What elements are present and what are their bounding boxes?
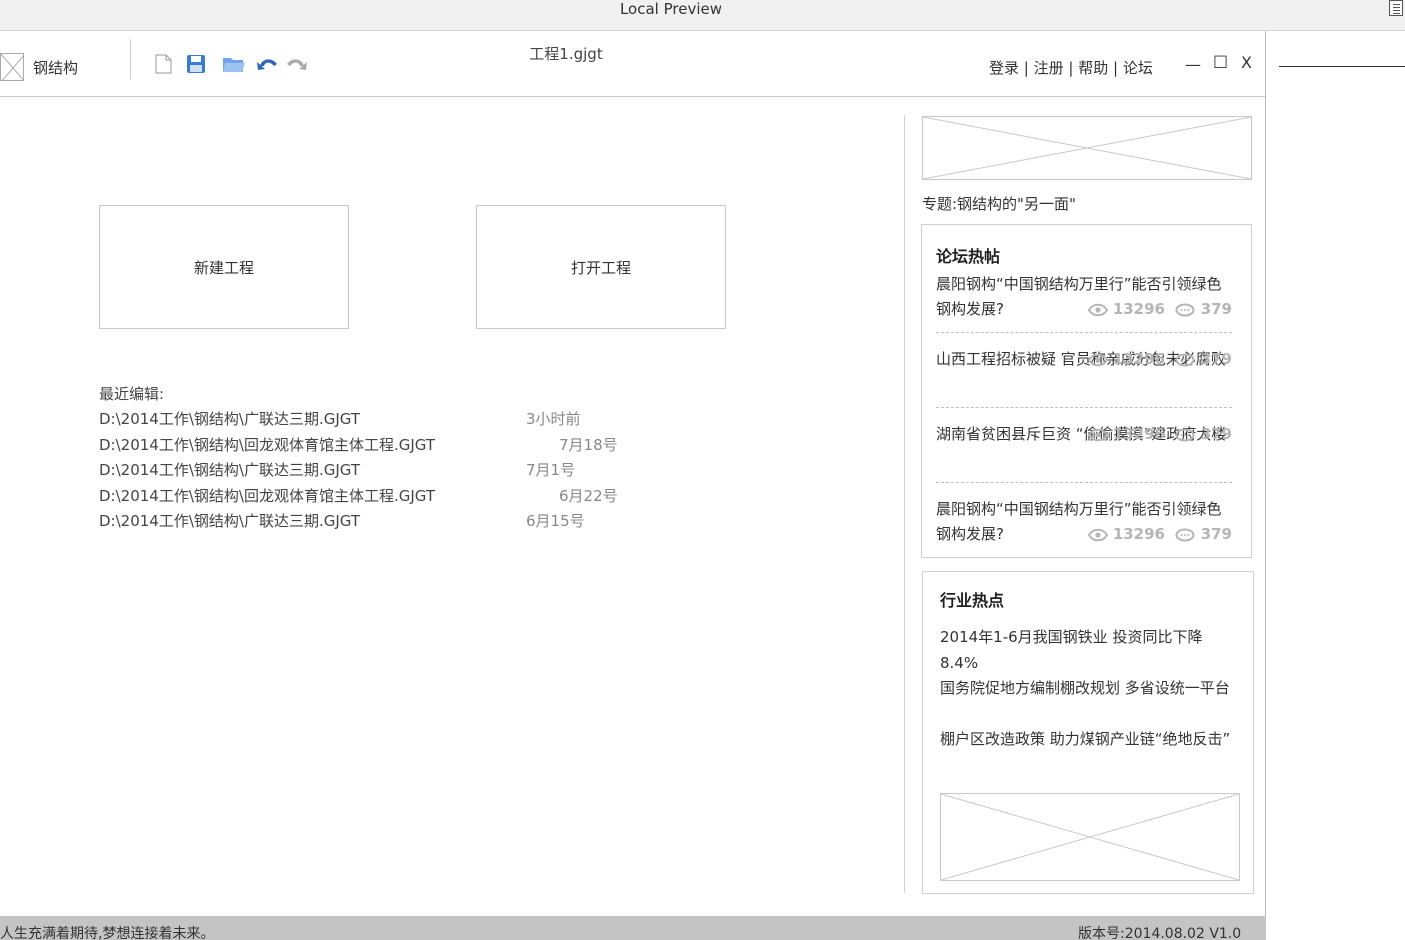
industry-news-link[interactable]: 棚户区改造政策 助力煤钢产业链“绝地反击” (940, 727, 1240, 753)
post-divider (936, 407, 1232, 408)
post-divider (936, 482, 1232, 483)
minimize-button[interactable]: — (1185, 55, 1201, 74)
sidebar-divider (904, 115, 905, 893)
preview-title-bar: Local Preview (0, 0, 1405, 31)
status-slogan: 人生充满着期待,梦想连接着未来。 (0, 926, 215, 940)
comments-count: 379 (1200, 300, 1232, 318)
forum-post[interactable]: 晨阳钢构“中国钢结构万里行”能否引领绿色钢构发展? 13296 379 (936, 272, 1232, 322)
recent-file-time: 7月18号 (559, 436, 618, 454)
industry-news-link[interactable]: 2014年1-6月我国钢铁业 投资同比下降8.4% (940, 625, 1240, 676)
login-link[interactable]: 登录 (989, 59, 1019, 77)
forum-post[interactable]: 晨阳钢构“中国钢结构万里行”能否引领绿色钢构发展? 13296 379 (936, 497, 1232, 547)
preview-title: Local Preview (619, 0, 723, 18)
comments-icon (1175, 303, 1195, 317)
recent-file-path[interactable]: D:\2014工作\钢结构\广联达三期.GJGT (99, 408, 360, 429)
divider-line (1279, 66, 1405, 67)
recent-file-time: 7月1号 (526, 461, 576, 479)
topic-link[interactable]: 专题:钢结构的"另一面" (922, 193, 1076, 214)
forum-link[interactable]: 论坛 (1123, 59, 1153, 77)
nav-separator: | (1019, 59, 1034, 77)
logo-placeholder-icon (0, 53, 24, 81)
forum-post-stats: 13296 379 (1087, 522, 1232, 547)
industry-hot-panel: 行业热点 2014年1-6月我国钢铁业 投资同比下降8.4% 国务院促地方编制棚… (922, 571, 1254, 894)
recent-file-time: 6月22号 (559, 487, 618, 505)
redo-icon[interactable] (284, 53, 307, 75)
views-icon (1087, 428, 1108, 442)
forum-hot-posts-panel: 论坛热帖 晨阳钢构“中国钢结构万里行”能否引领绿色钢构发展? 13296 379… (921, 224, 1252, 558)
comments-icon (1175, 428, 1195, 442)
new-file-icon[interactable] (152, 53, 174, 75)
undo-icon[interactable] (256, 53, 278, 75)
app-name: 钢结构 (33, 59, 79, 77)
recent-file-path[interactable]: D:\2014工作\钢结构\回龙观体育馆主体工程.GJGT (99, 485, 435, 506)
menu-icon[interactable] (1389, 0, 1403, 16)
recent-file-path[interactable]: D:\2014工作\钢结构\广联达三期.GJGT (99, 459, 360, 480)
maximize-button[interactable]: □ (1213, 51, 1228, 70)
open-folder-icon[interactable] (222, 53, 245, 75)
open-project-button[interactable]: 打开工程 (476, 205, 726, 329)
views-count: 13296 (1112, 350, 1165, 368)
post-divider (936, 332, 1232, 333)
recent-file-path[interactable]: D:\2014工作\钢结构\回龙观体育馆主体工程.GJGT (99, 434, 435, 455)
document-title: 工程1.gjgt (529, 45, 603, 63)
views-count: 13296 (1112, 425, 1165, 443)
nav-separator: | (1108, 59, 1123, 77)
forum-post-stats: 13296 379 (1087, 347, 1232, 372)
comments-count: 379 (1200, 350, 1232, 368)
save-icon[interactable] (185, 53, 207, 75)
version-label: 版本号:2014.08.02 V1.0 (1078, 926, 1242, 940)
new-project-button[interactable]: 新建工程 (99, 205, 349, 329)
top-nav-links: 登录 | 注册 | 帮助 | 论坛 (989, 57, 1153, 78)
forum-section-title: 论坛热帖 (936, 247, 1001, 266)
views-icon (1087, 353, 1108, 367)
toolbar-divider (130, 39, 131, 79)
views-count: 13296 (1112, 525, 1165, 543)
industry-section-title: 行业热点 (940, 591, 1005, 610)
views-count: 13296 (1112, 300, 1165, 318)
comments-count: 379 (1200, 425, 1232, 443)
forum-post-stats: 13296 379 (1087, 297, 1232, 322)
forum-post[interactable]: 湖南省贫困县斥巨资 “偷偷摸摸”建政府大楼 13296 379 (936, 422, 1232, 447)
register-link[interactable]: 注册 (1034, 59, 1064, 77)
ad-image-placeholder[interactable] (940, 793, 1240, 881)
banner-image-placeholder[interactable] (922, 116, 1252, 180)
close-button[interactable]: X (1241, 53, 1252, 72)
comments-icon (1175, 528, 1195, 542)
views-icon (1087, 528, 1108, 542)
comments-icon (1175, 353, 1195, 367)
recent-file-time: 3小时前 (526, 410, 581, 428)
toolbar: 钢结构 工程1.gjgt 登录 | 注册 | 帮助 | 论坛 — □ X (0, 31, 1265, 97)
help-link[interactable]: 帮助 (1078, 59, 1108, 77)
recent-file-time: 6月15号 (526, 512, 585, 530)
industry-news-link[interactable]: 国务院促地方编制棚改规划 多省设统一平台 (940, 676, 1240, 702)
views-icon (1087, 303, 1108, 317)
recent-file-path[interactable]: D:\2014工作\钢结构\广联达三期.GJGT (99, 510, 360, 531)
nav-separator: | (1063, 59, 1079, 77)
app-window: 钢结构 工程1.gjgt 登录 | 注册 | 帮助 | 论坛 — □ X 新建工… (0, 31, 1266, 940)
forum-post[interactable]: 山西工程招标被疑 官员称亲戚分包未必腐败 13296 379 (936, 347, 1232, 372)
forum-post-stats: 13296 379 (1087, 422, 1232, 447)
recent-label: 最近编辑: (99, 385, 165, 403)
status-bar: 人生充满着期待,梦想连接着未来。 版本号:2014.08.02 V1.0 (0, 916, 1266, 940)
comments-count: 379 (1200, 525, 1232, 543)
